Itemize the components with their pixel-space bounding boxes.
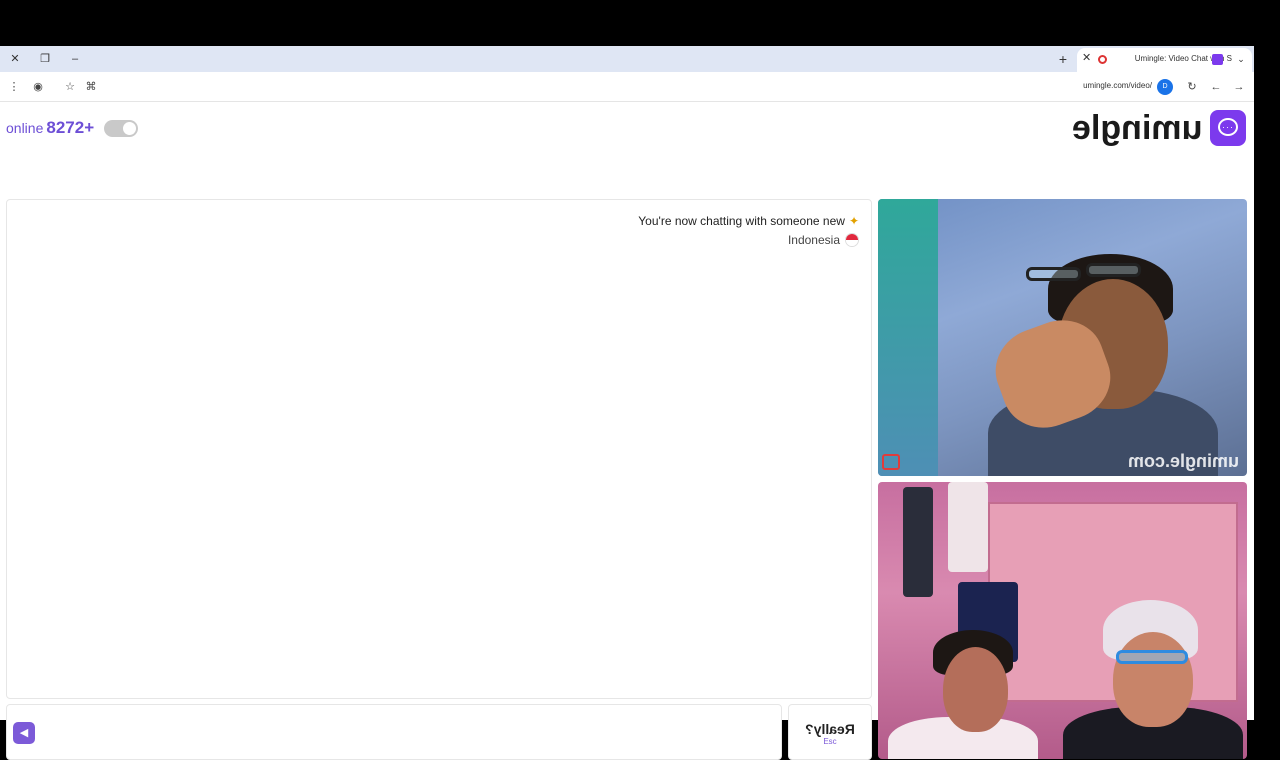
- message-input[interactable]: [43, 719, 771, 747]
- page: online 8272+ umingle ··· You're now chat…: [0, 103, 1254, 760]
- person-left-face: [943, 647, 1008, 732]
- translate-icon[interactable]: ⌘: [83, 79, 99, 95]
- site-info-icon[interactable]: D: [1157, 79, 1173, 95]
- person-right-face: [1113, 632, 1193, 727]
- toggle-knob: [123, 122, 136, 135]
- logo-text: umingle: [1072, 109, 1203, 147]
- chat-country: Indonesia: [788, 233, 859, 247]
- country-name: Indonesia: [787, 233, 840, 247]
- skip-esc-button[interactable]: Really? Esc: [788, 704, 872, 760]
- online-counter: online 8272+: [6, 118, 94, 138]
- theme-toggle[interactable]: [104, 120, 138, 137]
- reload-icon[interactable]: ↻: [1184, 79, 1200, 95]
- self-video: [878, 482, 1247, 759]
- forward-icon[interactable]: ←: [1208, 79, 1224, 95]
- browser-window: ✕ ❐ – + ✕ Umingle: Video Chat with S ⌄ ⋮…: [0, 46, 1254, 760]
- hanging-shirt-2: [948, 482, 988, 572]
- background-wall: [878, 199, 938, 476]
- back-icon[interactable]: →: [1231, 79, 1247, 95]
- restore-window-icon[interactable]: ❐: [35, 50, 55, 68]
- send-button[interactable]: ◀: [13, 722, 35, 744]
- screen: ✕ ❐ – + ✕ Umingle: Video Chat with S ⌄ ⋮…: [0, 0, 1280, 760]
- tab-favicon-icon: [1212, 54, 1223, 65]
- browser-toolbar: ⋮ ◉ ☆ ⌘ umingle.com/video/ D ↻ ← →: [0, 72, 1254, 102]
- new-tab-button[interactable]: +: [1055, 50, 1071, 68]
- tab-search-chevron-icon[interactable]: ⌄: [1233, 50, 1249, 68]
- send-arrow-icon: ◀: [19, 727, 29, 739]
- chat-status-text: You're now chatting with someone new: [638, 214, 845, 228]
- sparkle-icon: ✦: [848, 214, 859, 228]
- logo[interactable]: umingle ···: [1072, 109, 1246, 147]
- browser-tab[interactable]: ✕ Umingle: Video Chat with S: [1077, 48, 1252, 72]
- skip-button-hint: Esc: [823, 737, 837, 746]
- video-watermark: umingle.com: [1127, 451, 1239, 471]
- tab-strip: ✕ ❐ – + ✕ Umingle: Video Chat with S ⌄: [0, 46, 1254, 72]
- glasses-right: [1086, 263, 1141, 277]
- online-label: online: [6, 120, 44, 136]
- report-flag-icon[interactable]: [882, 454, 900, 470]
- blue-sunglasses: [1116, 650, 1188, 664]
- skip-button-label: Really?: [805, 721, 855, 737]
- tab-close-icon[interactable]: ✕: [1082, 51, 1091, 64]
- recording-indicator-icon: [1098, 55, 1107, 64]
- chat-bubble-logo-icon: ···: [1210, 110, 1246, 146]
- chat-status-message: You're now chatting with someone new ✦: [638, 214, 859, 228]
- glasses-left: [1026, 267, 1081, 281]
- indonesia-flag-icon: [845, 233, 859, 247]
- stranger-video: umingle.com: [878, 199, 1247, 476]
- menu-kebab-icon[interactable]: ⋮: [6, 79, 22, 95]
- bookmark-star-icon[interactable]: ☆: [62, 79, 78, 95]
- chat-panel: You're now chatting with someone new ✦ I…: [6, 199, 872, 699]
- message-input-box: ◀: [6, 704, 782, 760]
- hanging-shirt-1: [903, 487, 933, 597]
- minimize-window-icon[interactable]: –: [65, 50, 85, 68]
- online-count: 8272+: [46, 118, 95, 137]
- url-field[interactable]: umingle.com/video/: [1070, 81, 1152, 90]
- close-window-icon[interactable]: ✕: [5, 50, 25, 68]
- profile-icon[interactable]: ◉: [30, 79, 46, 95]
